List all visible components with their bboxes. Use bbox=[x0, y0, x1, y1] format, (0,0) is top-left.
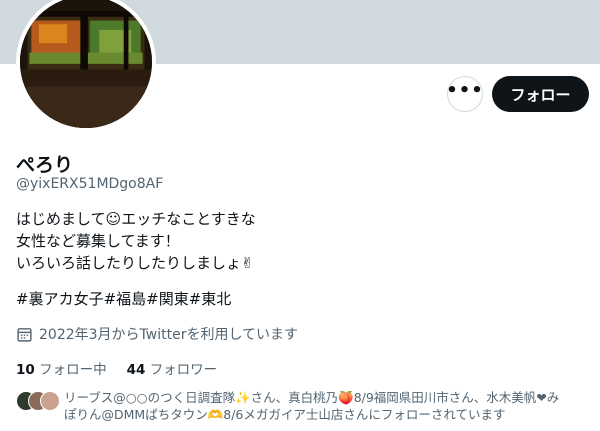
display-name: ぺろり bbox=[16, 154, 74, 176]
follower-avatar bbox=[40, 391, 60, 411]
more-options-button[interactable]: ••• bbox=[446, 76, 484, 112]
bio-line: いろいろ話したりしたりしましょ✌ bbox=[16, 254, 254, 272]
bio-line: はじめまして☺エッチなことすきな bbox=[16, 210, 256, 228]
followed-by-line: ぽりん@DMMぱちタウン🫶8/6メガガイア士山店さんにフォローされています bbox=[64, 407, 506, 422]
user-handle: @yixERX51MDgo8AF bbox=[16, 176, 164, 192]
joined-text: 2022年3月からTwitterを利用しています bbox=[39, 327, 299, 343]
profile-avatar[interactable] bbox=[16, 0, 156, 132]
followers-count: 44 bbox=[126, 362, 146, 378]
follower-avatars bbox=[16, 391, 62, 411]
following-link[interactable]: 10 フォロー中 bbox=[16, 358, 107, 378]
following-count: 10 bbox=[16, 362, 35, 378]
followed-by-text: リーブス@○○のつく日調査隊✨さん、真白桃乃🍑8/9福岡県田川市さん、水木美帆❤… bbox=[64, 389, 588, 423]
followers-link[interactable]: 44 フォロワー bbox=[127, 358, 218, 378]
avatar-photo bbox=[20, 0, 152, 128]
followers-you-know[interactable]: リーブス@○○のつく日調査隊✨さん、真白桃乃🍑8/9福岡県田川市さん、水木美帆❤… bbox=[16, 389, 588, 423]
followers-label: フォロワー bbox=[149, 362, 218, 378]
following-label: フォロー中 bbox=[39, 362, 107, 378]
followed-by-line: リーブス@○○のつく日調査隊✨さん、真白桃乃🍑8/9福岡県田川市さん、水木美帆❤… bbox=[64, 390, 560, 405]
more-horizontal-icon: ••• bbox=[446, 80, 484, 101]
follow-button[interactable]: フォロー bbox=[492, 76, 589, 112]
bio-line-blank bbox=[16, 274, 576, 288]
calendar-icon bbox=[17, 327, 32, 342]
follow-stats: 10 フォロー中 44 フォロワー bbox=[16, 358, 217, 378]
profile-bio: はじめまして☺エッチなことすきな 女性など募集してます！ いろいろ話したりしたり… bbox=[16, 208, 576, 310]
bio-line: 女性など募集してます！ bbox=[16, 232, 180, 250]
bio-hashtags[interactable]: #裏アカ女子#福島#関東#東北 bbox=[16, 288, 576, 310]
joined-date: 2022年3月からTwitterを利用しています bbox=[16, 324, 298, 344]
